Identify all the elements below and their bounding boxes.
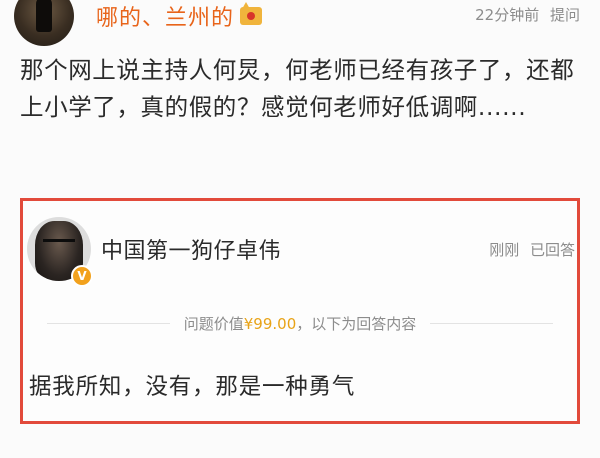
answer-status: 已回答	[529, 241, 575, 259]
question-price: ¥99.00	[243, 314, 297, 333]
question-card: 哪的、兰州的 22分钟前 提问 那个网上说主持人何炅，何老师已经有孩子了，还都上…	[0, 0, 600, 458]
verified-v-icon: V	[71, 265, 93, 287]
question-text: 那个网上说主持人何炅，何老师已经有孩子了，还都上小学了，真的假的？感觉何老师好低…	[20, 56, 575, 121]
avatar-glasses	[43, 239, 75, 248]
divider-line-right	[430, 322, 553, 324]
value-suffix: ，以下为回答内容	[296, 314, 417, 333]
asker-avatar[interactable]	[14, 0, 74, 46]
question-meta: 22分钟前 提问	[469, 4, 580, 25]
asker-row: 哪的、兰州的	[96, 0, 263, 32]
answer-time: 刚刚	[489, 241, 520, 259]
question-value-divider: 问题价值¥99.00，以下为回答内容	[47, 313, 553, 333]
answer-text: 据我所知，没有，那是一种勇气	[29, 374, 356, 400]
question-role: 提问	[549, 6, 580, 24]
crown-icon	[240, 2, 263, 25]
question-value-text: 问题价值¥99.00，以下为回答内容	[170, 313, 431, 334]
asker-name[interactable]: 哪的、兰州的	[96, 0, 234, 32]
value-prefix: 问题价值	[183, 314, 244, 333]
question-time: 22分钟前	[475, 6, 540, 24]
avatar-figure	[36, 0, 52, 32]
divider-line-left	[47, 322, 170, 324]
answer-box: V 中国第一狗仔卓伟 刚刚 已回答 问题价值¥99.00，以下为回答内容 据我所…	[20, 198, 580, 424]
answer-meta: 刚刚 已回答	[483, 239, 575, 260]
answerer-name[interactable]: 中国第一狗仔卓伟	[101, 233, 281, 265]
